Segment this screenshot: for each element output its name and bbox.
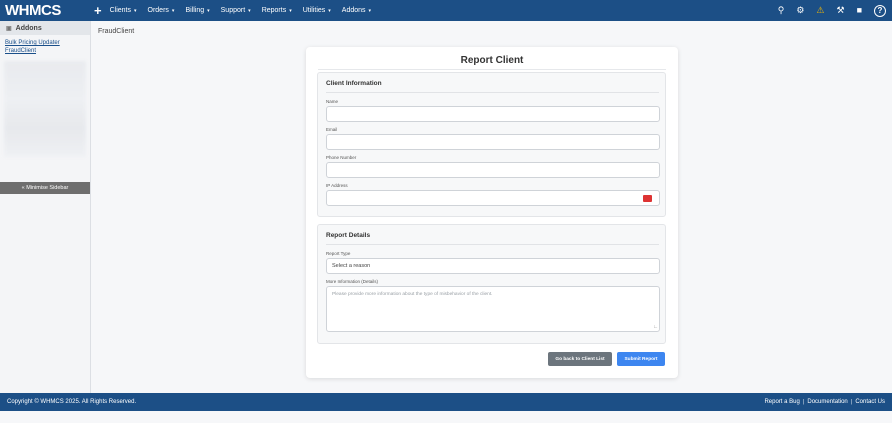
sidebar: ▣ Addons Bulk Pricing Updater FraudClien…	[0, 21, 91, 393]
chevron-down-icon: ▾	[171, 7, 175, 14]
wrench-icon[interactable]: ⚒	[836, 0, 844, 21]
section-divider	[326, 244, 659, 245]
nav-right-icons: ⚲ ⚙ ⚠ ⚒ ■ ?	[778, 0, 886, 21]
nav-reports[interactable]: Reports ▾	[262, 7, 292, 14]
logo-text: WHMCS	[5, 2, 61, 19]
resize-handle-icon[interactable]: ∟	[653, 324, 658, 330]
chevron-down-icon: ▾	[368, 7, 372, 14]
documentation-link[interactable]: Documentation	[807, 399, 847, 405]
chevron-down-icon: ▾	[134, 7, 137, 14]
go-back-button[interactable]: Go back to Client List	[548, 352, 612, 366]
name-input[interactable]	[326, 106, 660, 122]
more-information-textarea[interactable]: Please provide more information about th…	[326, 286, 660, 332]
sidebar-blurred-content	[4, 61, 86, 157]
minimise-sidebar-button[interactable]: « Minimise Sidebar	[0, 182, 90, 194]
sidebar-header-label: Addons	[15, 24, 42, 32]
add-new-button[interactable]: +	[94, 0, 102, 21]
section-title: Report Details	[326, 232, 371, 239]
footer: Copyright © WHMCS 2025. All Rights Reser…	[0, 393, 892, 411]
submit-report-button[interactable]: Submit Report	[617, 352, 665, 366]
top-navbar: WHMCS + Clients ▾ Orders ▾ Billing ▾ Suppor…	[0, 0, 892, 21]
section-title: Client Information	[326, 80, 382, 87]
chevron-down-icon: ▾	[207, 7, 210, 14]
nav-addons[interactable]: Addons ▾	[342, 7, 371, 14]
chevron-down-icon: ▾	[248, 7, 251, 14]
ip-address-label: IP Address	[326, 183, 348, 188]
report-client-card: Report Client Client Information Name Em…	[306, 47, 678, 378]
sidebar-link-bulk-pricing-updater[interactable]: Bulk Pricing Updater	[0, 39, 90, 47]
email-label: Email	[326, 127, 338, 132]
client-information-section: Client Information Name Email Phone Numb…	[317, 72, 666, 217]
report-bug-link[interactable]: Report a Bug	[764, 399, 799, 405]
chevron-down-icon: ▾	[289, 7, 292, 14]
whmcs-logo[interactable]: WHMCS	[0, 0, 78, 21]
report-details-section: Report Details Report Type Select a reas…	[317, 224, 666, 344]
lock-icon: ▣	[6, 25, 12, 32]
sidebar-link-fraudclient[interactable]: FraudClient	[0, 47, 90, 55]
report-type-select[interactable]: Select a reason	[326, 258, 660, 274]
search-icon[interactable]: ⚲	[778, 0, 785, 21]
help-icon[interactable]: ?	[874, 4, 886, 17]
page-title: Report Client	[460, 55, 524, 66]
contact-us-link[interactable]: Contact Us	[855, 399, 885, 405]
more-information-label: More Information (Details)	[326, 279, 379, 284]
user-shield-icon[interactable]: ■	[857, 0, 862, 21]
more-information-placeholder: Please provide more information about th…	[332, 292, 493, 297]
nav-support[interactable]: Support ▾	[221, 7, 251, 14]
nav-clients[interactable]: Clients ▾	[110, 7, 137, 14]
nav-utilities[interactable]: Utilities ▾	[303, 7, 331, 14]
chevron-down-icon: ▾	[328, 7, 331, 14]
name-label: Name	[326, 99, 339, 104]
title-divider	[318, 69, 666, 70]
breadcrumb: FraudClient	[98, 28, 135, 35]
sidebar-header: ▣ Addons	[0, 21, 90, 35]
copyright-text: Copyright © WHMCS 2025. All Rights Reser…	[7, 399, 137, 405]
password-manager-icon[interactable]	[643, 195, 652, 202]
phone-label: Phone Number	[326, 155, 357, 160]
ip-address-input[interactable]	[326, 190, 660, 206]
report-type-value: Select a reason	[332, 263, 371, 269]
gears-icon[interactable]: ⚙	[796, 0, 804, 21]
phone-input[interactable]	[326, 162, 660, 178]
email-input[interactable]	[326, 134, 660, 150]
section-divider	[326, 92, 659, 93]
report-type-label: Report Type	[326, 251, 351, 256]
footer-links: Report a Bug | Documentation | Contact Us	[764, 399, 885, 405]
main-nav: + Clients ▾ Orders ▾ Billing ▾ Support ▾ Rep…	[78, 0, 382, 21]
warning-icon[interactable]: ⚠	[816, 0, 824, 21]
nav-billing[interactable]: Billing ▾	[185, 7, 209, 14]
nav-orders[interactable]: Orders ▾	[148, 7, 175, 14]
